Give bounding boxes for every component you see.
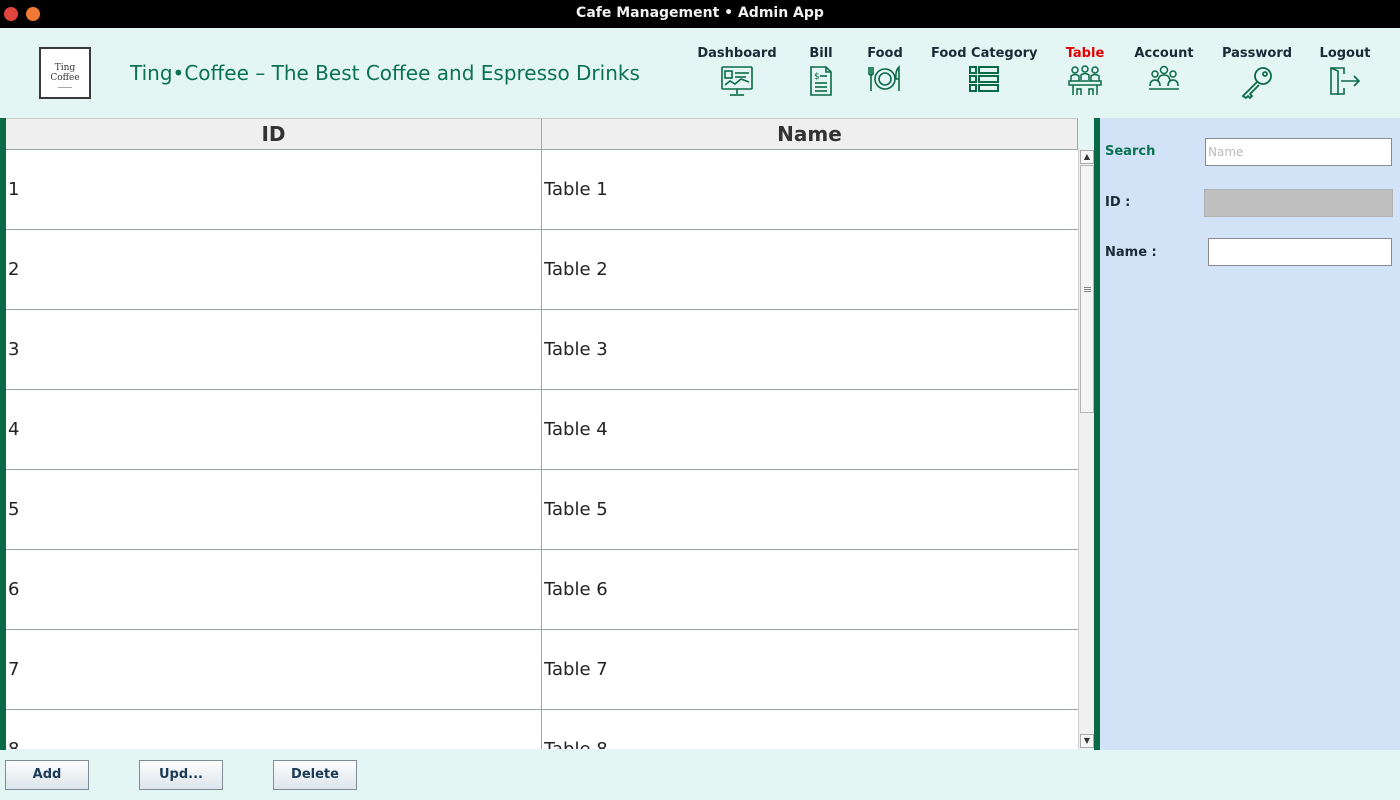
key-icon	[1241, 67, 1272, 99]
scrollbar-thumb[interactable]	[1080, 165, 1094, 413]
table-header: ID Name	[6, 118, 1078, 150]
cell-id: 5	[6, 470, 542, 549]
dashboard-icon	[721, 66, 753, 96]
column-header-id[interactable]: ID	[6, 119, 542, 150]
app-header: Ting Coffee Ting•Coffee – The Best Coffe…	[0, 28, 1400, 118]
update-button[interactable]: Upd...	[139, 760, 223, 790]
search-label: Search	[1105, 144, 1156, 159]
id-field	[1204, 189, 1393, 217]
nav-dashboard-label: Dashboard	[697, 46, 777, 61]
table-row[interactable]: 6 Table 6	[6, 550, 1078, 630]
cell-name: Table 8	[542, 710, 1078, 749]
logout-icon	[1330, 67, 1361, 95]
delete-button[interactable]: Delete	[273, 760, 357, 790]
nav-account[interactable]: Account	[1134, 46, 1194, 91]
nav-dashboard[interactable]: Dashboard	[697, 46, 777, 97]
name-field[interactable]	[1208, 238, 1392, 266]
cell-name: Table 3	[544, 339, 608, 360]
cell-id: 2	[6, 230, 542, 309]
tables-table: ID Name 1 Table 1 2 Table 2 3 Table 3 4 …	[6, 118, 1078, 749]
nav-logout-label: Logout	[1319, 46, 1371, 61]
scroll-up-arrow-icon[interactable]: ▲	[1080, 150, 1094, 164]
brand-title: Ting•Coffee – The Best Coffee and Espres…	[130, 61, 640, 85]
nav-food-category-label: Food Category	[931, 46, 1038, 61]
cell-name: Table 2	[544, 259, 608, 280]
column-header-name[interactable]: Name	[542, 119, 1078, 150]
window-title: Cafe Management • Admin App	[576, 5, 824, 21]
nav-account-label: Account	[1134, 46, 1194, 61]
logo-line2: Coffee	[50, 73, 80, 83]
nav-bill[interactable]: Bill $	[806, 46, 836, 97]
logo: Ting Coffee	[39, 47, 91, 99]
cell-id: 8	[6, 710, 542, 749]
list-icon	[969, 66, 999, 92]
cell-id: 6	[6, 550, 542, 629]
nav-food[interactable]: Food	[865, 46, 905, 93]
edit-panel: Search ID : Name :	[1100, 118, 1400, 750]
table-scrollbar[interactable]: ▲ ▼	[1078, 149, 1094, 749]
users-icon	[1149, 65, 1179, 90]
search-input[interactable]	[1205, 138, 1392, 166]
logo-underline	[58, 87, 72, 88]
cell-name: Table 1	[544, 179, 608, 200]
cell-id: 3	[6, 310, 542, 389]
nav-password[interactable]: Password	[1221, 46, 1293, 99]
cell-id: 7	[6, 630, 542, 709]
table-row[interactable]: 8 Table 8	[6, 710, 1078, 749]
cell-id: 1	[6, 150, 542, 229]
svg-text:$: $	[814, 72, 820, 82]
bill-icon: $	[810, 66, 832, 96]
nav-logout[interactable]: Logout	[1318, 46, 1372, 97]
cell-name: Table 6	[544, 579, 608, 600]
id-label: ID :	[1105, 195, 1131, 210]
nav-table-label: Table	[1065, 46, 1105, 61]
action-bar: Add Upd... Delete	[0, 750, 1400, 800]
nav-food-label: Food	[867, 46, 903, 61]
scroll-down-arrow-icon[interactable]: ▼	[1080, 734, 1094, 748]
table-row[interactable]: 3 Table 3	[6, 310, 1078, 390]
add-button[interactable]: Add	[5, 760, 89, 790]
table-row[interactable]: 5 Table 5	[6, 470, 1078, 550]
cell-id: 4	[6, 390, 542, 469]
table-people-icon	[1068, 65, 1102, 95]
table-row[interactable]: 1 Table 1	[6, 150, 1078, 230]
cell-name: Table 7	[544, 659, 608, 680]
nav-table[interactable]: Table	[1064, 46, 1106, 97]
table-row[interactable]: 4 Table 4	[6, 390, 1078, 470]
table-body: 1 Table 1 2 Table 2 3 Table 3 4 Table 4 …	[6, 150, 1078, 749]
nav-password-label: Password	[1221, 46, 1293, 61]
nav-bill-label: Bill	[809, 46, 833, 61]
grip-icon	[1084, 287, 1091, 292]
nav-food-category[interactable]: Food Category	[931, 46, 1038, 93]
logo-line1: Ting	[54, 63, 76, 73]
cell-name: Table 4	[544, 419, 608, 440]
plate-utensils-icon	[868, 65, 900, 91]
cell-name: Table 5	[544, 499, 608, 520]
table-row[interactable]: 7 Table 7	[6, 630, 1078, 710]
window-titlebar: Cafe Management • Admin App	[0, 0, 1400, 28]
name-label: Name :	[1105, 245, 1157, 260]
table-row[interactable]: 2 Table 2	[6, 230, 1078, 310]
